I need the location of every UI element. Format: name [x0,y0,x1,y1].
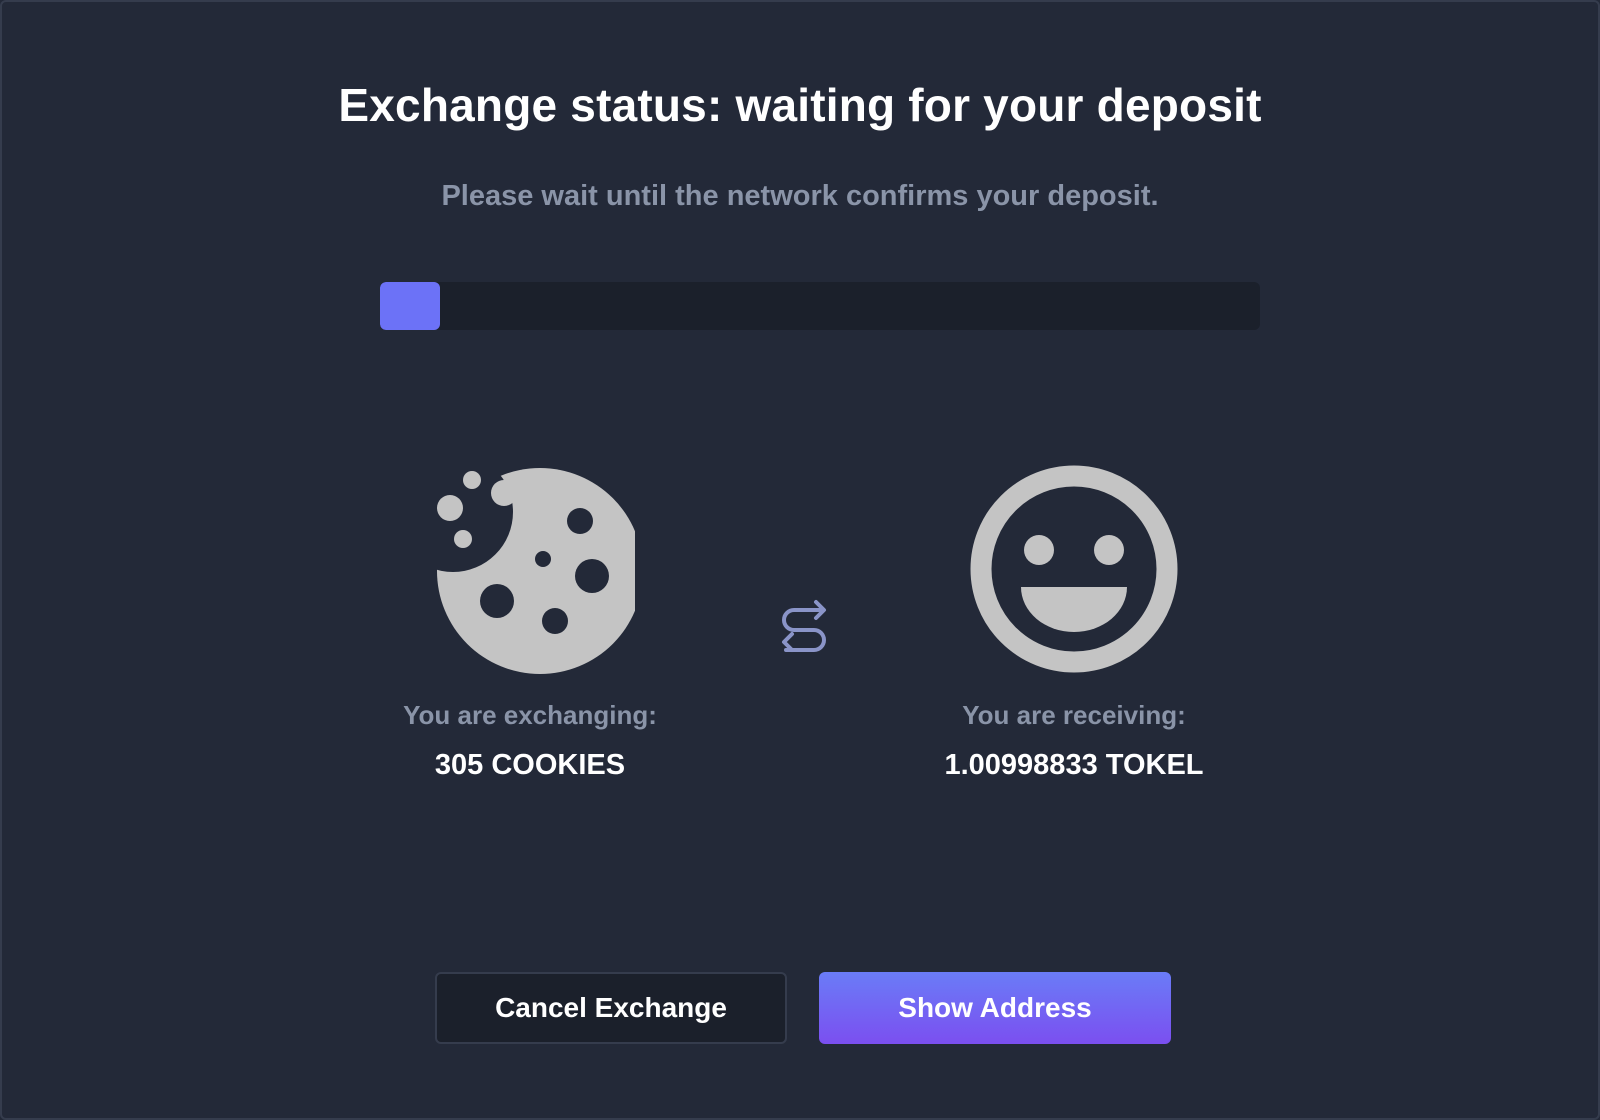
exchange-status-window: Exchange status: waiting for your deposi… [0,0,1600,1120]
smiley-icon [864,464,1284,674]
page-subtitle: Please wait until the network confirms y… [441,180,1159,212]
cancel-exchange-button[interactable]: Cancel Exchange [435,972,787,1044]
cookie-icon [320,464,740,674]
show-address-button[interactable]: Show Address [819,972,1171,1044]
page-title: Exchange status: waiting for your deposi… [338,79,1262,131]
receiving-amount: 1.00998833 TOKEL [944,749,1204,781]
receiving-caption: You are receiving: [962,700,1186,730]
swap-arrows-icon [776,594,832,659]
exchanging-amount: 305 COOKIES [434,749,626,781]
exchange-to-asset: You are receiving: 1.00998833 TOKEL [864,464,1284,782]
deposit-progress-bar [380,282,1260,330]
exchanging-caption: You are exchanging: [403,700,657,730]
deposit-progress-fill [380,282,440,330]
exchange-from-asset: You are exchanging: 305 COOKIES [320,464,740,782]
